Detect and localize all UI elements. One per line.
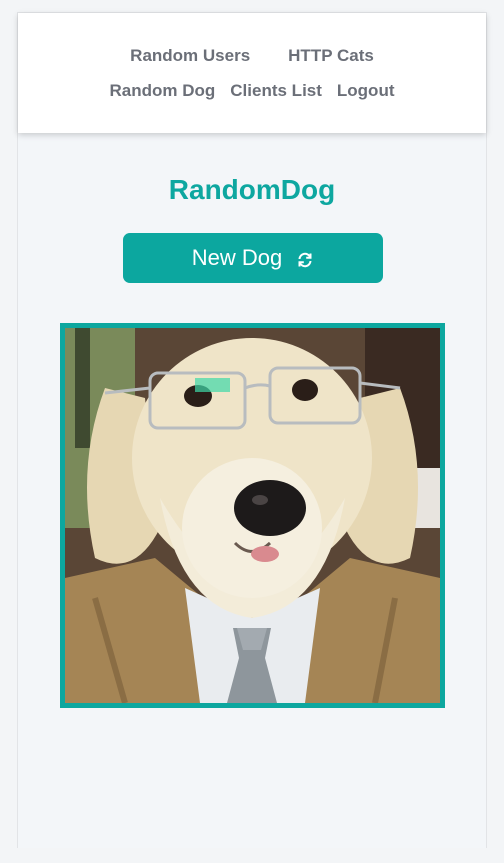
new-dog-button[interactable]: New Dog bbox=[123, 233, 383, 283]
refresh-icon bbox=[296, 249, 314, 268]
navbar: Random Users HTTP Cats Random Dog Clients … bbox=[18, 13, 486, 133]
nav-link-random-users[interactable]: Random Users bbox=[130, 46, 250, 66]
nav-link-random-dog[interactable]: Random Dog bbox=[110, 81, 216, 101]
new-dog-label: New Dog bbox=[191, 245, 283, 270]
nav-link-logout[interactable]: Logout bbox=[337, 81, 395, 101]
app-container: Random Users HTTP Cats Random Dog Clients … bbox=[17, 12, 487, 848]
page-title: RandomDog bbox=[168, 174, 336, 205]
nav-row-1: Random Users HTTP Cats bbox=[18, 46, 486, 66]
nav-row-2: Random Dog Clients List Logout bbox=[18, 81, 486, 101]
dog-photo bbox=[65, 328, 440, 703]
dog-image bbox=[60, 323, 445, 708]
nav-link-clients-list[interactable]: Clients List bbox=[230, 81, 322, 101]
nav-link-http-cats[interactable]: HTTP Cats bbox=[288, 46, 374, 66]
